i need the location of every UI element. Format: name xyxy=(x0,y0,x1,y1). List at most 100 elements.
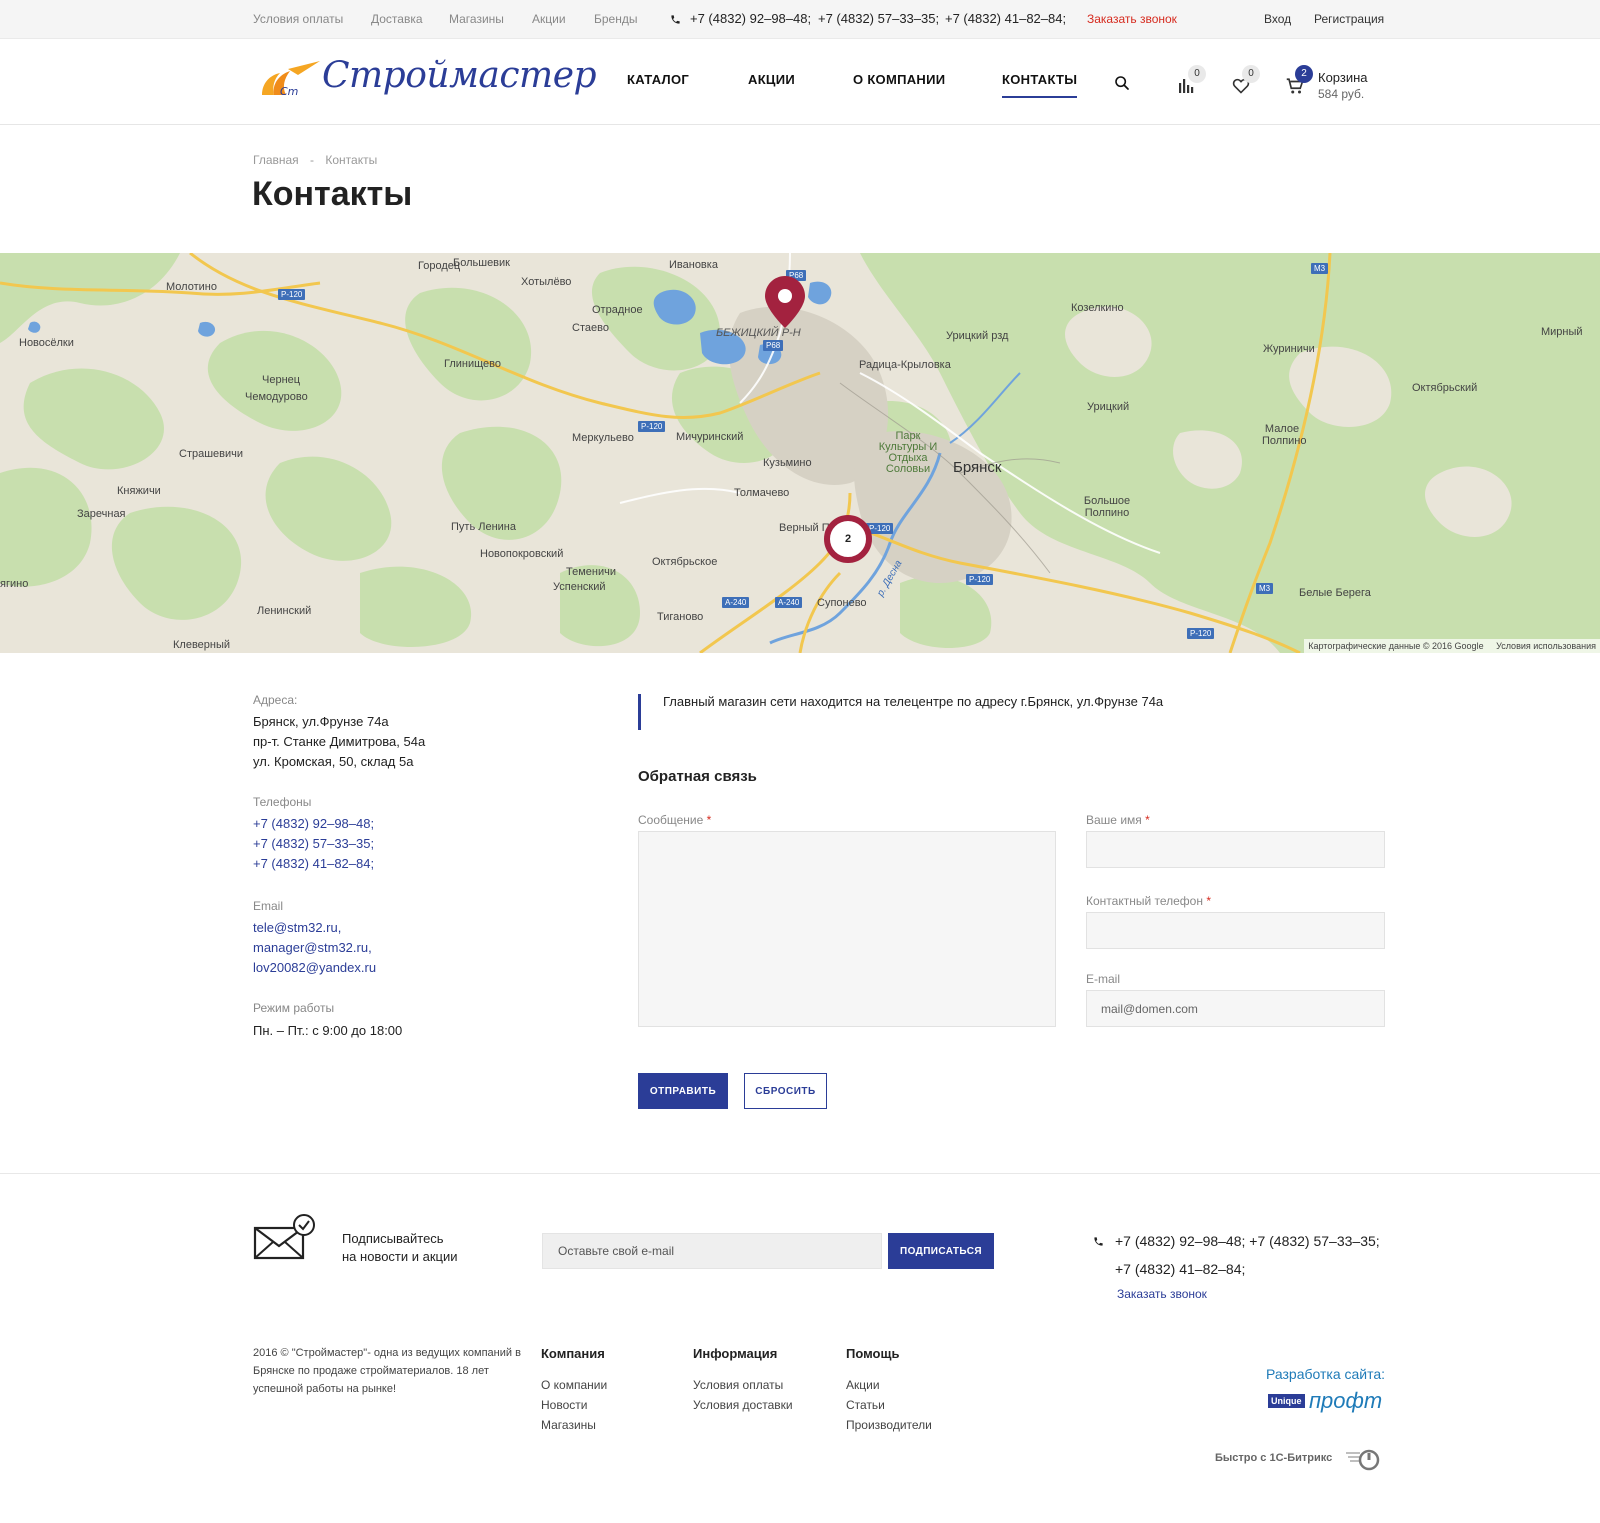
contact-phone-link[interactable]: +7 (4832) 92–98–48; xyxy=(253,816,374,831)
map-label-klevernyy: Клеверный xyxy=(173,639,231,651)
email-input[interactable] xyxy=(1086,990,1385,1027)
login-link[interactable]: Вход xyxy=(1264,12,1291,26)
contact-email-link[interactable]: lov20082@yandex.ru xyxy=(253,960,376,975)
map-label-novoselki: Новосёлки xyxy=(19,337,74,349)
main-store-notice: Главный магазин сети находится на телеце… xyxy=(638,694,1163,730)
top-bar: Условия оплаты Доставка Магазины Акции Б… xyxy=(0,0,1600,39)
footer-col-info-title: Информация xyxy=(693,1346,778,1361)
map-label-raditsa: Радица-Крыловка xyxy=(859,359,951,371)
map-label-knyazhichi: Княжичи xyxy=(117,485,161,497)
breadcrumb-current: Контакты xyxy=(325,153,378,167)
breadcrumb-separator: - xyxy=(310,153,315,167)
map-terms-link[interactable]: Условия использования xyxy=(1496,641,1596,651)
map-label-leninsky: Ленинский xyxy=(257,605,312,617)
phone-label: Контактный телефон * xyxy=(1086,894,1211,908)
road-sign-p120: P-120 xyxy=(1187,628,1215,639)
message-label: Сообщение * xyxy=(638,813,712,827)
map-label-belye-berega: Белые Берега xyxy=(1299,587,1371,599)
nav-catalog[interactable]: КАТАЛОГ xyxy=(627,72,689,87)
map-label-temenichi: Теменичи xyxy=(566,566,616,578)
map-label-uritsky-rzd: Урицкий рзд xyxy=(946,330,1009,342)
map-label-bolshoe-polpino: Большое Полпино xyxy=(1083,495,1131,519)
submit-button[interactable]: ОТПРАВИТЬ xyxy=(638,1073,728,1109)
map-label-otradnoe: Отрадное xyxy=(592,304,643,316)
developer-logo[interactable]: Unique профт xyxy=(1268,1388,1382,1414)
map-pin-icon[interactable] xyxy=(765,276,805,333)
nav-about[interactable]: О КОМПАНИИ xyxy=(853,72,945,87)
map-label-maloe-polpino: Малое Полпино xyxy=(1262,423,1307,447)
map-label-ivanovka: Ивановка xyxy=(669,259,718,271)
topbar-link-promos[interactable]: Акции xyxy=(532,12,566,26)
footer-link-delivery[interactable]: Условия доставки xyxy=(693,1398,793,1412)
page-title: Контакты xyxy=(252,175,413,213)
footer-link-news[interactable]: Новости xyxy=(541,1398,587,1412)
nav-promos[interactable]: АКЦИИ xyxy=(748,72,795,87)
subscribe-button[interactable]: ПОДПИСАТЬСЯ xyxy=(888,1233,994,1269)
map-label-park: Парк Культуры И Отдыха Соловьи xyxy=(878,430,938,475)
contact-phone-link[interactable]: +7 (4832) 41–82–84; xyxy=(253,856,374,871)
footer-phones: +7 (4832) 92–98–48; +7 (4832) 57–33–35; … xyxy=(1115,1233,1380,1277)
footer-copyright: 2016 © "Строймастер"- одна из ведущих ко… xyxy=(253,1347,521,1395)
message-textarea[interactable] xyxy=(638,831,1056,1027)
notice-text: Главный магазин сети находится на телеце… xyxy=(663,694,1164,709)
topbar-phone-1[interactable]: +7 (4832) 92–98–48; xyxy=(690,11,811,26)
contact-email-link[interactable]: tele@stm32.ru, xyxy=(253,920,341,935)
logo[interactable]: Cm xyxy=(258,55,328,111)
logo-text[interactable]: Строймастер xyxy=(322,55,597,96)
phone-input[interactable] xyxy=(1086,912,1385,949)
bitrix-label[interactable]: Быстро с 1С-Битрикс xyxy=(1215,1452,1332,1464)
breadcrumb-home[interactable]: Главная xyxy=(253,153,299,167)
map-label-kozelkino: Козелкино xyxy=(1071,302,1124,314)
footer-link-manufacturers[interactable]: Производители xyxy=(846,1418,932,1432)
map-label-bolshevik: Большевик xyxy=(453,257,510,269)
footer-link-articles[interactable]: Статьи xyxy=(846,1398,885,1412)
topbar-phone-3[interactable]: +7 (4832) 41–82–84; xyxy=(945,11,1066,26)
reset-button[interactable]: СБРОСИТЬ xyxy=(744,1073,827,1109)
map[interactable]: Городец Большевик Ивановка Молотино Хоты… xyxy=(0,253,1600,653)
contact-email-link[interactable]: manager@stm32.ru, xyxy=(253,940,372,955)
name-input[interactable] xyxy=(1086,831,1385,868)
footer-callback-link[interactable]: Заказать звонок xyxy=(1117,1287,1207,1301)
road-sign-p120: P-120 xyxy=(966,574,994,585)
map-label-lagino: ягино xyxy=(0,578,29,590)
footer-link-stores[interactable]: Магазины xyxy=(541,1418,596,1432)
map-label-chernets: Чернец xyxy=(262,374,301,386)
envelope-icon xyxy=(253,1214,317,1265)
topbar-link-stores[interactable]: Магазины xyxy=(449,12,504,26)
map-copyright: Картографические данные © 2016 Google xyxy=(1308,641,1484,651)
map-cluster-marker[interactable]: 2 xyxy=(824,515,872,563)
footer-link-promos[interactable]: Акции xyxy=(846,1378,880,1392)
topbar-link-brands[interactable]: Бренды xyxy=(594,12,637,26)
search-icon[interactable] xyxy=(1114,75,1130,96)
working-hours: Пн. – Пт.: с 9:00 до 18:00 xyxy=(253,1023,403,1038)
topbar-callback-link[interactable]: Заказать звонок xyxy=(1087,12,1177,26)
topbar-link-delivery[interactable]: Доставка xyxy=(371,12,423,26)
register-link[interactable]: Регистрация xyxy=(1314,12,1384,26)
road-sign-p120: P-120 xyxy=(638,421,666,432)
nav-contacts[interactable]: КОНТАКТЫ xyxy=(1002,72,1078,98)
road-sign-a240: A-240 xyxy=(775,597,803,608)
topbar-phone-2[interactable]: +7 (4832) 57–33–35; xyxy=(818,11,939,26)
email-label: Email xyxy=(253,899,284,913)
topbar-link-payment[interactable]: Условия оплаты xyxy=(253,12,343,26)
address-line: ул. Кромская, 50, склад 5а xyxy=(253,754,414,769)
subscribe-text: Подписывайтесь на новости и акции xyxy=(342,1231,458,1264)
road-sign-m3: M3 xyxy=(1311,263,1329,274)
map-label-uspensky: Успенский xyxy=(553,581,606,593)
map-label-novopokrovsky: Новопокровский xyxy=(480,548,564,560)
address-line: Брянск, ул.Фрунзе 74а xyxy=(253,714,389,729)
cart-label[interactable]: Корзина xyxy=(1318,70,1368,85)
logo-mark-icon: Cm xyxy=(262,61,320,98)
map-label-tolmachevo: Толмачево xyxy=(734,487,790,499)
footer-link-about[interactable]: О компании xyxy=(541,1378,607,1392)
road-sign-m3: M3 xyxy=(1256,583,1274,594)
address-line: пр-т. Станке Димитрова, 54а xyxy=(253,734,426,749)
developer-logo-text: профт xyxy=(1308,1388,1383,1413)
contact-phone-link[interactable]: +7 (4832) 57–33–35; xyxy=(253,836,374,851)
developer-logo-box: Unique xyxy=(1268,1394,1305,1408)
footer-col-company-title: Компания xyxy=(541,1346,605,1361)
map-label-verny-put: Верный П xyxy=(779,522,830,534)
map-label-michurinsky: Мичуринский xyxy=(676,431,744,443)
footer-link-payment[interactable]: Условия оплаты xyxy=(693,1378,783,1392)
subscribe-email-input[interactable] xyxy=(542,1233,882,1269)
